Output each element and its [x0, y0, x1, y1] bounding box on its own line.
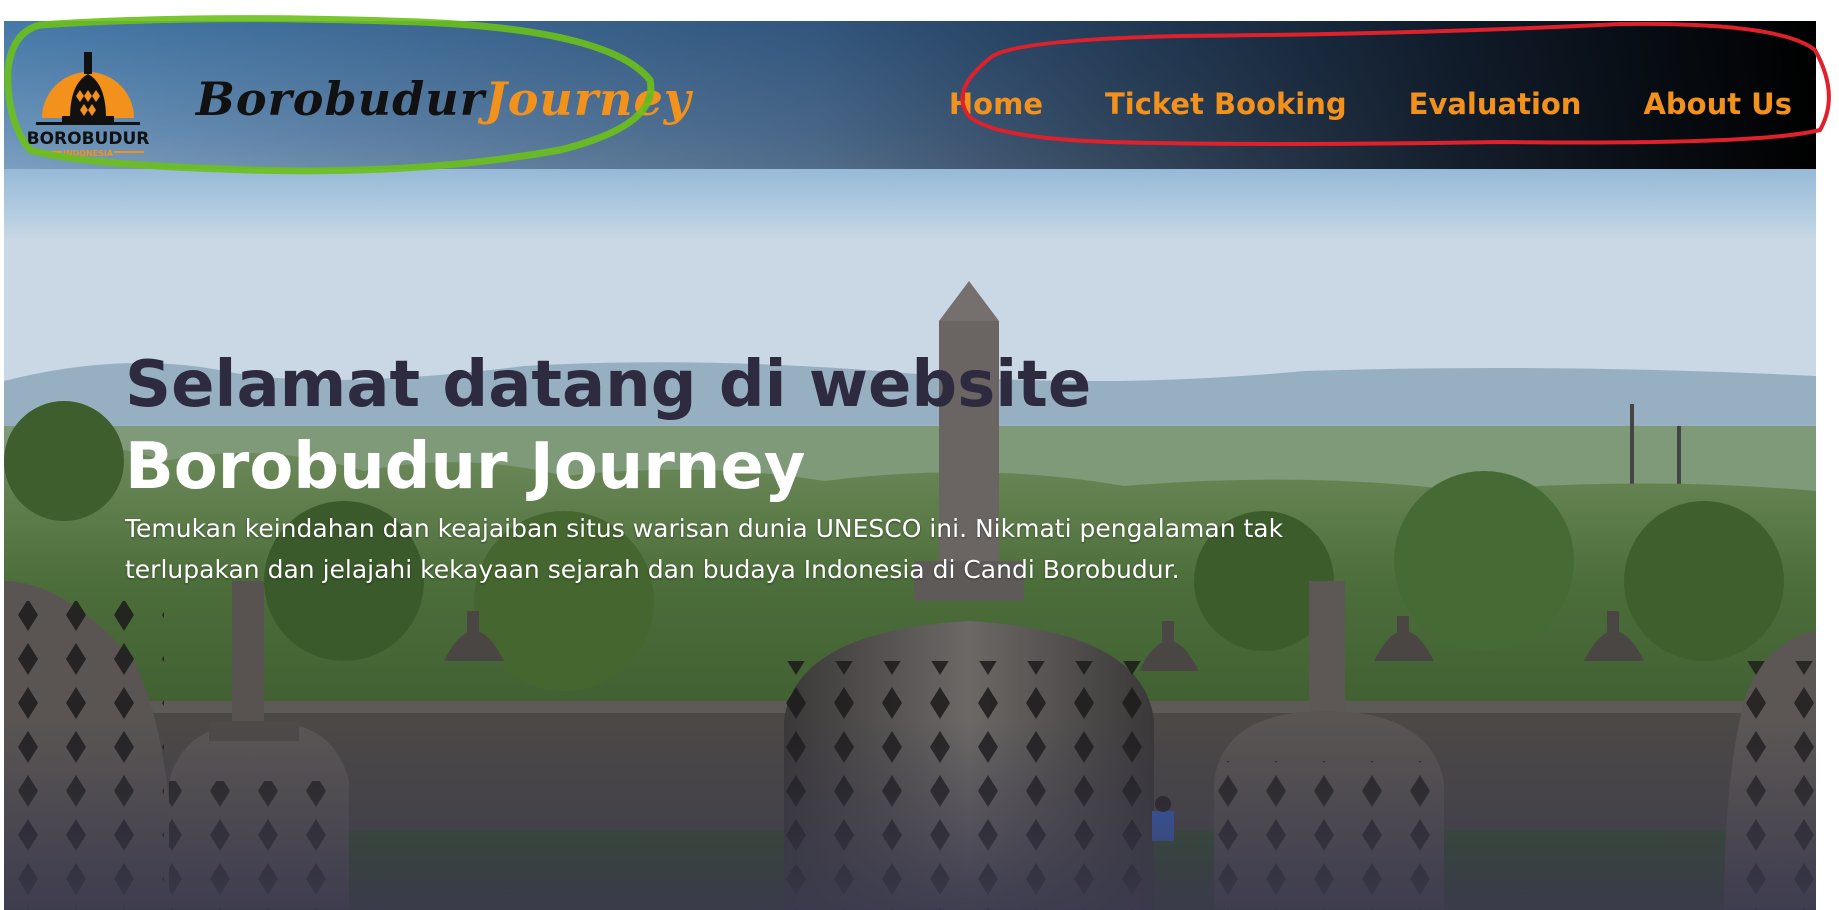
brand-name[interactable]: Borobudur Journey — [196, 76, 692, 122]
hero-title-line2: Borobudur Journey — [125, 430, 806, 504]
nav-home-link[interactable]: Home — [949, 87, 1043, 121]
page: BOROBUDUR INDONESIA Borobudur Journey Hom… — [0, 0, 1839, 910]
nav-evaluation-link[interactable]: Evaluation — [1409, 87, 1582, 121]
stupa-logo-icon[interactable]: BOROBUDUR INDONESIA — [18, 40, 158, 158]
brand[interactable]: BOROBUDUR INDONESIA Borobudur Journey — [18, 39, 692, 159]
hero-text: Selamat datang di website Borobudur Jour… — [125, 344, 1325, 590]
hero-title-line1: Selamat datang di website — [125, 348, 1092, 422]
brand-name-part2: Journey — [484, 72, 692, 126]
logo-subtext: INDONESIA — [63, 149, 114, 158]
brand-name-part1: Borobudur — [196, 72, 485, 126]
hero-description: Temukan keindahan dan keajaiban situs wa… — [125, 514, 1284, 584]
nav-menu: Home Ticket Booking Evaluation About Us — [949, 87, 1792, 121]
nav-about-us-link[interactable]: About Us — [1643, 87, 1792, 121]
nav-ticket-booking-link[interactable]: Ticket Booking — [1105, 87, 1347, 121]
logo-text: BOROBUDUR — [27, 129, 150, 149]
navbar: BOROBUDUR INDONESIA Borobudur Journey Hom… — [4, 21, 1816, 169]
